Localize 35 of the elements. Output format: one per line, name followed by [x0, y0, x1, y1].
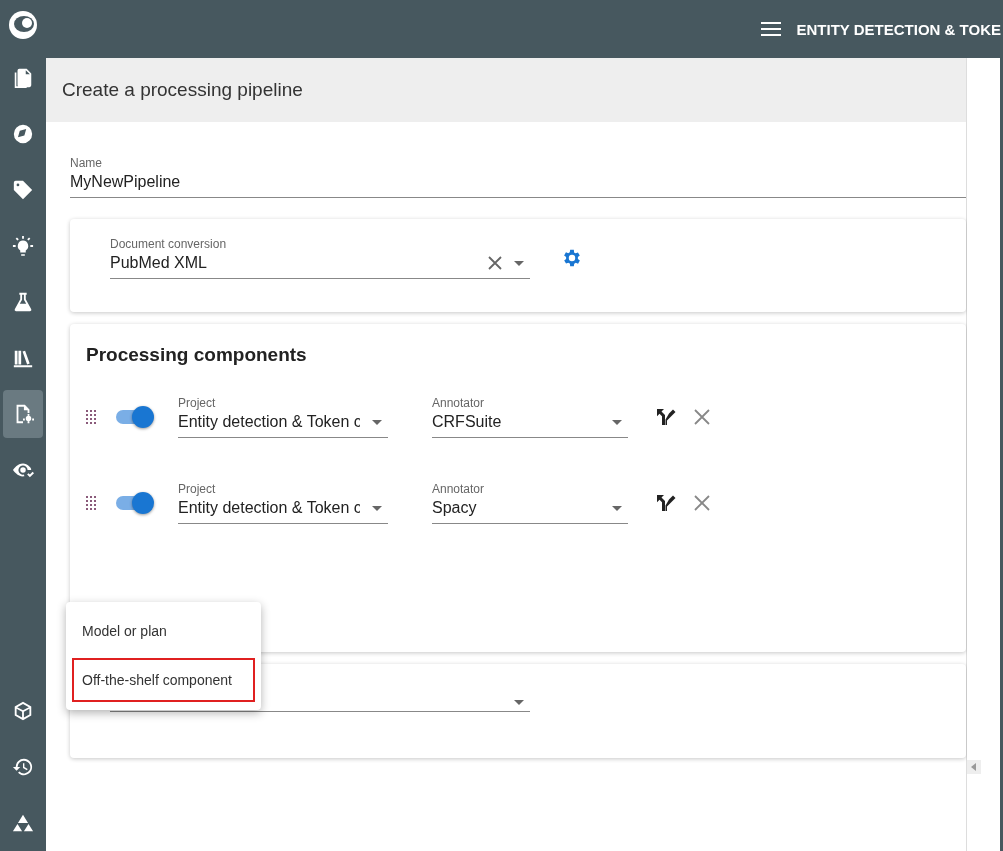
tag-icon [12, 179, 34, 201]
menu-item[interactable]: Off-the-shelf component [72, 658, 255, 702]
menu-item[interactable]: Model or plan [66, 610, 261, 652]
settings-icon[interactable] [561, 247, 583, 269]
caret-icon [372, 505, 382, 511]
menu-icon[interactable] [760, 22, 781, 36]
annotator-select[interactable]: Annotator Spacy [432, 482, 628, 524]
caret-icon [372, 419, 382, 425]
page-title: Create a processing pipeline [62, 79, 303, 101]
fork-icon[interactable] [656, 407, 676, 427]
compass-icon [12, 123, 34, 145]
section-title: Processing components [86, 344, 308, 366]
lightbulb-icon [12, 235, 34, 257]
remove-icon[interactable] [694, 409, 710, 425]
fork-icon[interactable] [656, 493, 676, 513]
drag-handle-icon[interactable] [86, 496, 96, 510]
toggle-switch[interactable] [114, 405, 154, 429]
clear-icon[interactable] [488, 256, 502, 270]
cube-icon [12, 700, 34, 722]
nav-item[interactable] [3, 390, 43, 438]
history-icon [12, 756, 34, 778]
caret-icon [514, 700, 524, 705]
annotator-select[interactable]: Annotator CRFSuite [432, 396, 628, 438]
drag-handle-icon[interactable] [86, 410, 96, 424]
flask-icon [12, 291, 34, 313]
logo-icon [7, 9, 39, 41]
conversion-select[interactable]: Document conversion PubMed XML [110, 237, 530, 279]
project-title: ENTITY DETECTION & TOKE [796, 20, 1001, 38]
document-icon [12, 67, 34, 89]
caret-icon [514, 260, 524, 266]
caret-icon [612, 505, 622, 511]
toggle-switch[interactable] [114, 491, 154, 515]
name-field[interactable]: Name MyNewPipeline [70, 156, 966, 198]
caret-icon [612, 419, 622, 425]
remove-icon[interactable] [694, 495, 710, 511]
